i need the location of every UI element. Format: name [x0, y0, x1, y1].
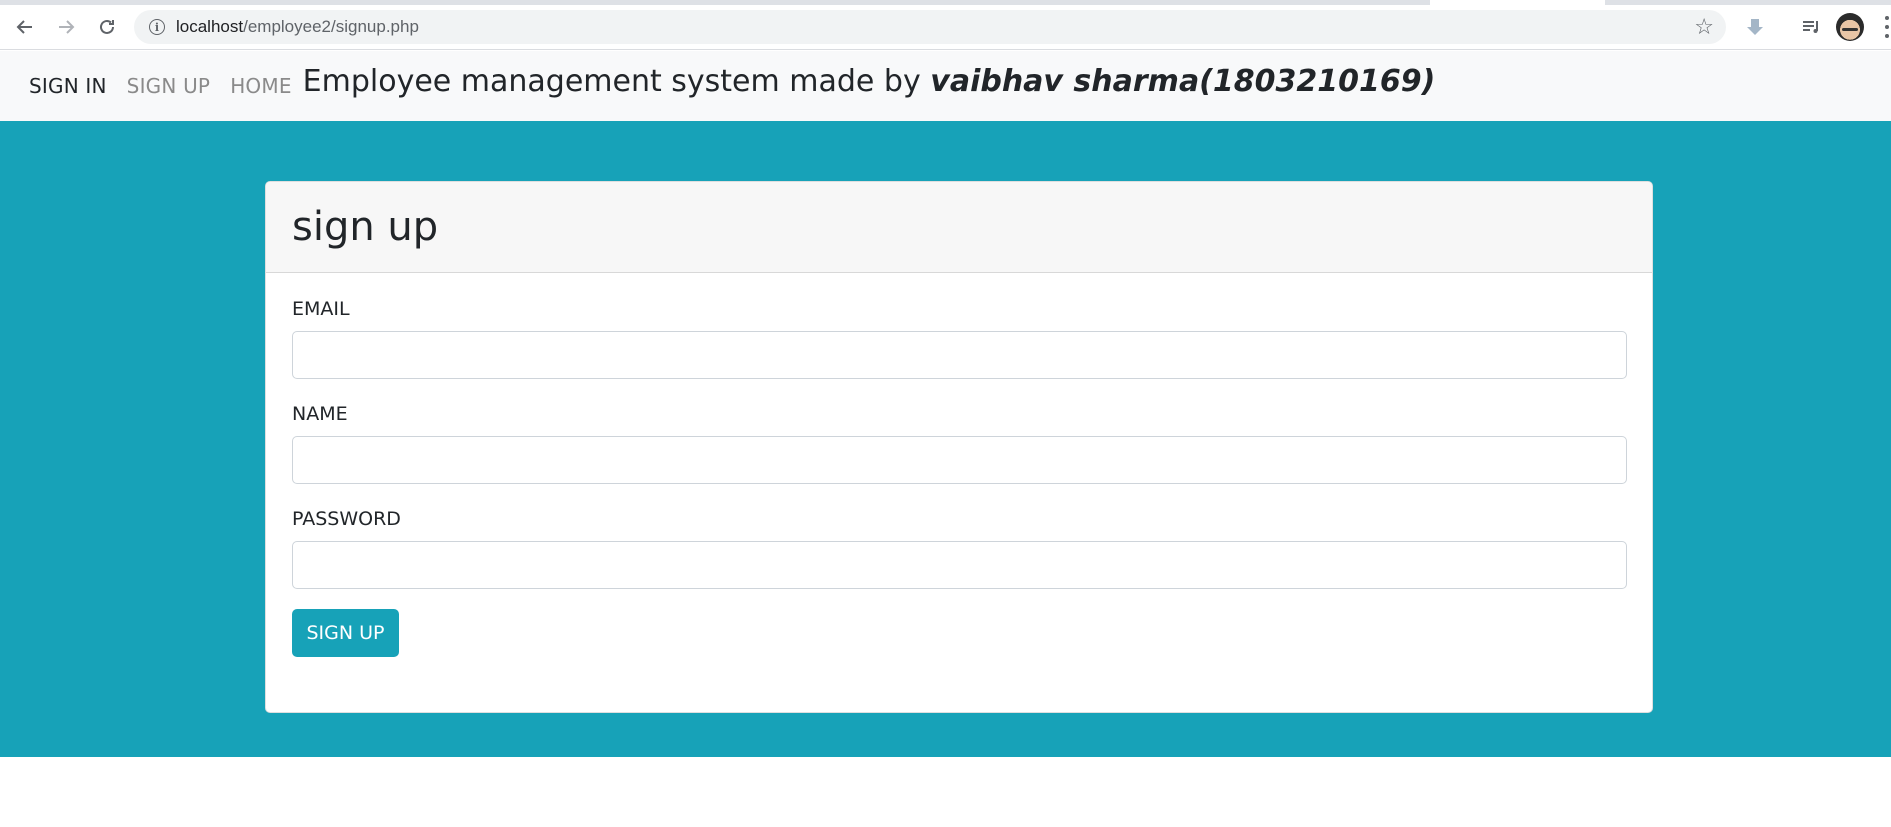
forward-arrow-icon[interactable] [51, 12, 81, 42]
media-queue-icon[interactable] [1796, 12, 1826, 42]
tab-strip [0, 0, 1891, 5]
profile-avatar[interactable] [1836, 13, 1864, 41]
site-brand: Employee management system made by vaibh… [303, 64, 1436, 99]
name-label: NAME [292, 403, 348, 425]
brand-prefix: Employee management system made by [302, 63, 931, 99]
url-host: localhost [176, 17, 244, 36]
password-label: PASSWORD [292, 508, 401, 530]
card-header: sign up [266, 182, 1652, 273]
password-field[interactable] [292, 541, 1627, 589]
nav-home[interactable]: HOME [230, 74, 291, 98]
reload-icon[interactable] [92, 12, 122, 42]
signup-card: sign up EMAIL NAME PASSWORD SIGN UP [265, 181, 1653, 713]
info-icon[interactable]: i [149, 19, 165, 35]
active-tab[interactable] [1430, 0, 1605, 5]
star-icon[interactable]: ☆ [1694, 14, 1714, 40]
nav-sign-in[interactable]: SIGN IN [29, 74, 107, 98]
signup-form: EMAIL NAME PASSWORD SIGN UP [266, 273, 1652, 657]
page-title: sign up [292, 204, 439, 250]
url-text: localhost/employee2/signup.php [176, 17, 419, 37]
brand-author: vaibhav sharma(1803210169) [930, 63, 1436, 99]
back-arrow-icon[interactable] [10, 12, 40, 42]
email-label: EMAIL [292, 298, 350, 320]
download-icon[interactable] [1740, 12, 1770, 42]
address-bar[interactable]: i localhost/employee2/signup.php ☆ [134, 10, 1726, 44]
sign-up-button[interactable]: SIGN UP [292, 609, 399, 657]
menu-dots-icon[interactable] [1882, 16, 1891, 38]
site-navbar: SIGN IN SIGN UP HOME Employee management… [0, 51, 1891, 121]
browser-toolbar: i localhost/employee2/signup.php ☆ [0, 0, 1891, 50]
name-field[interactable] [292, 436, 1627, 484]
email-field[interactable] [292, 331, 1627, 379]
nav-sign-up[interactable]: SIGN UP [127, 74, 211, 98]
url-path: /employee2/signup.php [243, 17, 419, 36]
